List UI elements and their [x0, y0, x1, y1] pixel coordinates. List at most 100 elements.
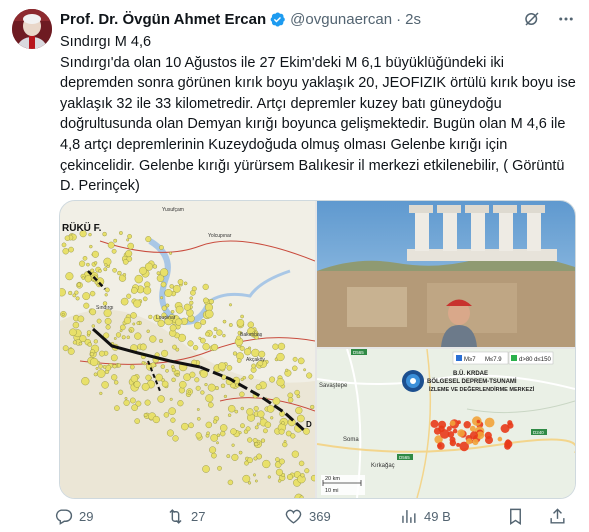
aftershock-dot — [81, 276, 85, 280]
aftershock-dot — [177, 279, 184, 285]
aftershock-dot — [127, 234, 133, 239]
aftershock-dot — [205, 421, 213, 429]
aftershock-dot — [143, 286, 152, 295]
aftershock-dot — [102, 231, 107, 237]
aftershock-dot — [187, 390, 191, 394]
more-options-icon[interactable] — [555, 8, 577, 30]
bookmark-button[interactable] — [506, 507, 525, 526]
aftershock-dot — [200, 390, 205, 395]
aftershock-dot — [89, 290, 96, 297]
aftershock-dot — [125, 250, 133, 258]
aftershock-dot — [91, 250, 99, 258]
aftershock-dot — [171, 367, 176, 373]
map-label-fault: D — [306, 420, 312, 429]
ruins-photo-image[interactable] — [317, 201, 575, 347]
aftershock-dot — [133, 380, 141, 388]
tweet-media-grid: RÜKÜ F. Yolcupınar Yusufçam Loupinar Sın… — [59, 200, 576, 499]
aftershock-dot — [171, 377, 176, 383]
retweet-button[interactable]: 27 — [166, 507, 205, 526]
aftershock-dot — [227, 404, 236, 413]
author-name[interactable]: Prof. Dr. Övgün Ahmet Ercan — [60, 11, 266, 28]
aftershock-dot — [105, 324, 111, 330]
aftershock-dot — [68, 246, 74, 253]
grok-icon[interactable] — [521, 8, 543, 30]
aftershock-dot — [112, 268, 117, 273]
aftershock-dot — [129, 364, 135, 370]
aftershock-dot — [115, 332, 122, 338]
aftershock-dot — [143, 413, 148, 417]
aftershock-dot — [207, 383, 216, 392]
aftershock-dot — [77, 315, 85, 323]
aftershock-dot — [303, 368, 307, 372]
aftershock-dot — [159, 245, 164, 250]
earthquake-map-image[interactable]: B.Ü. KRDAE BÖLGESEL DEPREM-TSUNAMİ İZLEM… — [316, 348, 575, 498]
place-label: Kırkağaç — [371, 463, 395, 469]
aftershock-dot — [296, 394, 301, 399]
aftershock-dot — [286, 474, 293, 481]
aftershock-dot — [126, 293, 132, 299]
aftershock-dot — [89, 308, 97, 316]
aftershock-dot — [304, 468, 310, 474]
aftershock-dot — [149, 335, 157, 343]
aftershock-dot — [161, 305, 167, 311]
aftershock-dot — [205, 309, 214, 319]
aftershock-dot — [232, 351, 238, 356]
aftershock-dot — [219, 424, 228, 432]
aftershock-dot — [120, 324, 126, 331]
aftershock-dot — [238, 450, 243, 455]
author-handle[interactable]: @ovgunaercan — [290, 11, 392, 28]
aftershock-dot — [245, 426, 251, 432]
earthquake-marker — [472, 438, 479, 446]
aftershock-dot — [236, 319, 245, 327]
aftershock-dot — [285, 368, 289, 372]
aftershock-dot — [216, 441, 219, 445]
aftershock-dot — [156, 271, 161, 276]
aftershock-dot — [248, 374, 254, 380]
reply-button[interactable]: 29 — [54, 507, 93, 526]
map-label-place: Yolcupınar — [208, 233, 232, 239]
aftershock-dot — [101, 381, 109, 389]
aftershock-dot — [267, 475, 271, 479]
aftershock-dot — [107, 241, 115, 249]
aftershock-dot — [130, 312, 137, 319]
aftershock-dot — [298, 460, 305, 467]
earthquake-marker — [469, 425, 476, 432]
aftershock-dot — [231, 453, 239, 461]
like-button[interactable]: 369 — [284, 507, 331, 526]
aftershock-dot — [188, 422, 194, 429]
aftershock-dot — [290, 433, 296, 439]
aftershock-dot — [160, 364, 166, 369]
aftershock-dot — [179, 380, 187, 389]
earthquake-marker — [463, 421, 471, 429]
aftershock-dot — [262, 459, 271, 469]
aftershock-dot — [244, 348, 252, 356]
aftershock-dot — [302, 427, 310, 435]
aftershock-dot — [122, 259, 129, 265]
aftershock-dot — [152, 415, 160, 424]
aftershock-dot — [141, 361, 145, 365]
aftershock-dot — [254, 425, 259, 430]
aftershock-dot — [287, 392, 294, 399]
aftershock-dot — [135, 400, 142, 407]
author-avatar[interactable] — [12, 9, 52, 49]
aftershock-dot — [123, 316, 132, 325]
quake-title-3: İZLEME VE DEĞERLENDİRME MERKEZİ — [429, 385, 535, 393]
aftershock-dot — [292, 365, 298, 372]
aftershock-dot — [146, 329, 150, 334]
aftershock-dot — [169, 324, 177, 332]
fault-map-image[interactable]: RÜKÜ F. Yolcupınar Yusufçam Loupinar Sın… — [60, 201, 318, 498]
aftershock-dot — [247, 321, 255, 328]
aftershock-dot — [257, 410, 265, 418]
aftershock-dot — [72, 293, 77, 298]
aftershock-dot — [195, 432, 202, 439]
earthquake-marker — [449, 439, 457, 447]
aftershock-dot — [120, 297, 129, 306]
aftershock-dot — [204, 383, 208, 387]
aftershock-dot — [93, 339, 98, 344]
aftershock-dot — [297, 357, 305, 365]
aftershock-dot — [97, 369, 106, 378]
share-button[interactable] — [548, 507, 567, 526]
aftershock-dot — [72, 340, 77, 345]
tweet-timestamp[interactable]: 2s — [405, 11, 421, 28]
views-button[interactable]: 49 B — [399, 507, 451, 526]
